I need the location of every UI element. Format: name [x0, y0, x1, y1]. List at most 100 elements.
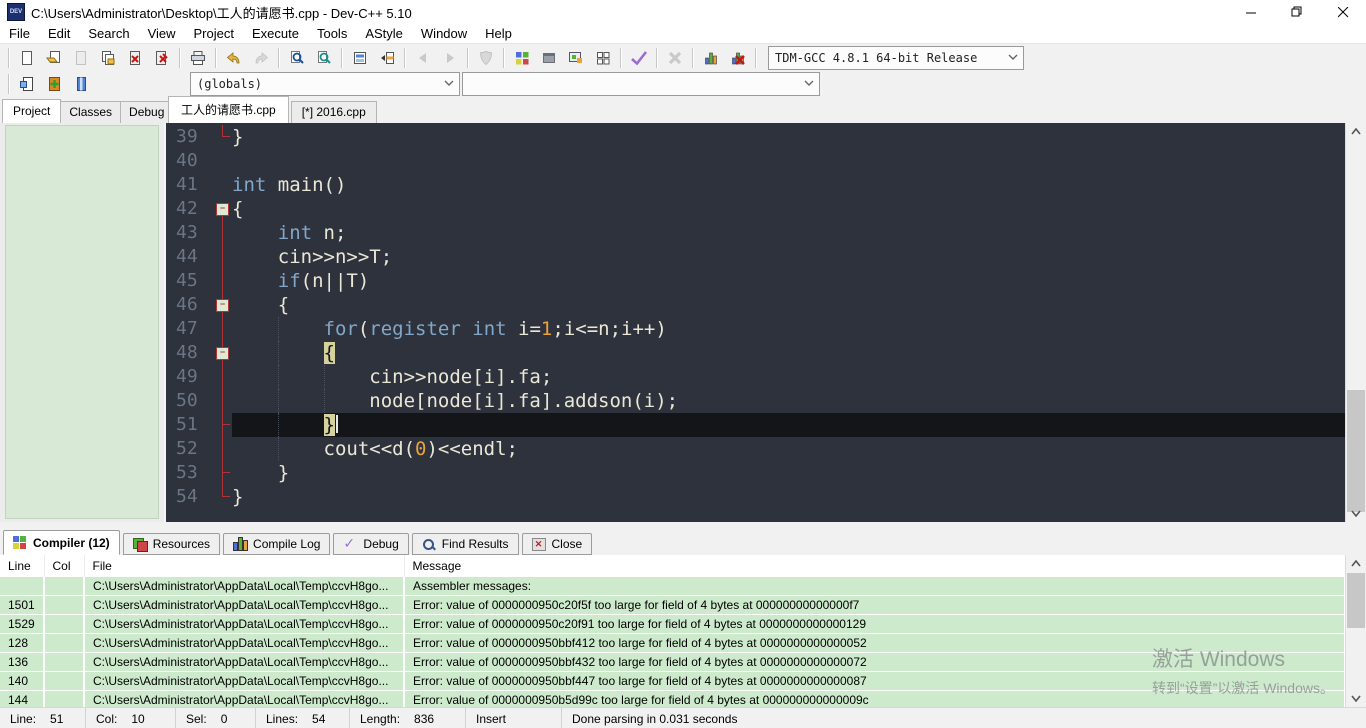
- editor-scrollbar[interactable]: [1345, 123, 1366, 522]
- code-line-43[interactable]: 43 int n;: [166, 221, 1346, 245]
- table-row[interactable]: 140 C:\Users\Administrator\AppData\Local\…: [0, 671, 1346, 691]
- project-browser[interactable]: [5, 125, 159, 519]
- code-line-45[interactable]: 45 if(n||T): [166, 269, 1346, 293]
- file-tab-2[interactable]: [*] 2016.cpp: [290, 101, 377, 123]
- scroll-down-icon[interactable]: [1346, 690, 1366, 707]
- compile-and-run-button[interactable]: [562, 46, 589, 70]
- redo-button[interactable]: [247, 46, 274, 70]
- print-button[interactable]: [184, 46, 211, 70]
- report-window-toggle[interactable]: [373, 46, 400, 70]
- code-line-39[interactable]: 39}: [166, 125, 1346, 149]
- close-file-button[interactable]: [121, 46, 148, 70]
- code-line-48[interactable]: 48 − {: [166, 341, 1346, 365]
- member-select[interactable]: [462, 72, 820, 96]
- find-in-files-button[interactable]: [310, 46, 337, 70]
- code-line-51[interactable]: 51 }: [166, 413, 1346, 437]
- fold-gutter: [212, 437, 232, 461]
- code-text: cout<<d(0)<<endl;: [232, 437, 518, 461]
- code-line-52[interactable]: 52 cout<<d(0)<<endl;: [166, 437, 1346, 461]
- code-line-49[interactable]: 49 cin>>node[i].fa;: [166, 365, 1346, 389]
- new-class-button[interactable]: [40, 72, 67, 96]
- code-line-44[interactable]: 44 cin>>n>>T;: [166, 245, 1346, 269]
- report-tab-compiler[interactable]: Compiler (12): [3, 530, 120, 555]
- code-line-40[interactable]: 40: [166, 149, 1346, 173]
- report-tab-log[interactable]: Compile Log: [223, 533, 331, 555]
- scroll-up-icon[interactable]: [1346, 123, 1366, 140]
- menu-help[interactable]: Help: [476, 26, 521, 41]
- rebuild-all-button[interactable]: [589, 46, 616, 70]
- debug-button[interactable]: [625, 46, 652, 70]
- menu-tools[interactable]: Tools: [308, 26, 356, 41]
- close-all-button[interactable]: [148, 46, 175, 70]
- table-row[interactable]: C:\Users\Administrator\AppData\Local\Tem…: [0, 577, 1346, 596]
- compiler-output-table[interactable]: Line Col File Message C:\Users\Administrato…: [0, 555, 1346, 707]
- restore-button[interactable]: [1274, 0, 1320, 24]
- scroll-down-icon[interactable]: [1346, 505, 1366, 522]
- editor-scroll-thumb[interactable]: [1347, 390, 1365, 512]
- forward-button[interactable]: [436, 46, 463, 70]
- column-header-col[interactable]: Col: [44, 555, 85, 577]
- table-scroll-thumb[interactable]: [1347, 573, 1365, 628]
- table-row[interactable]: 1529 C:\Users\Administrator\AppData\Local…: [0, 614, 1346, 634]
- file-tab-1[interactable]: 工人的请愿书.cpp: [168, 96, 289, 123]
- goto-declaration-button[interactable]: [13, 72, 40, 96]
- menu-edit[interactable]: Edit: [39, 26, 79, 41]
- syntax-check-button[interactable]: [472, 46, 499, 70]
- code-line-53[interactable]: 53 }: [166, 461, 1346, 485]
- code-line-41[interactable]: 41 int main(): [166, 173, 1346, 197]
- save-all-button[interactable]: [94, 46, 121, 70]
- table-row[interactable]: 1501 C:\Users\Administrator\AppData\Local…: [0, 595, 1346, 615]
- report-tab-find[interactable]: Find Results: [411, 533, 519, 555]
- menu-project[interactable]: Project: [185, 26, 243, 41]
- scope-select[interactable]: (globals): [190, 72, 460, 96]
- scroll-up-icon[interactable]: [1346, 555, 1366, 572]
- menu-execute[interactable]: Execute: [243, 26, 308, 41]
- fold-marker-icon[interactable]: −: [216, 203, 229, 216]
- fold-marker-icon[interactable]: −: [216, 347, 229, 360]
- menu-file[interactable]: File: [0, 26, 39, 41]
- code-line-50[interactable]: 50 node[node[i].fa].addson(i);: [166, 389, 1346, 413]
- open-file-button[interactable]: [40, 46, 67, 70]
- column-header-file[interactable]: File: [84, 555, 405, 577]
- menu-search[interactable]: Search: [79, 26, 138, 41]
- table-row[interactable]: 144 C:\Users\Administrator\AppData\Local\…: [0, 690, 1346, 707]
- run-button[interactable]: [535, 46, 562, 70]
- code-line-47[interactable]: 47 for(register int i=1;i<=n;i++): [166, 317, 1346, 341]
- new-file-button[interactable]: [13, 46, 40, 70]
- menu-astyle[interactable]: AStyle: [356, 26, 412, 41]
- compile-button[interactable]: [508, 46, 535, 70]
- left-tab-classes[interactable]: Classes: [60, 101, 122, 123]
- delete-profiling-button[interactable]: [724, 46, 751, 70]
- code-line-46[interactable]: 46 − {: [166, 293, 1346, 317]
- report-tab-resources[interactable]: Resources: [122, 533, 221, 555]
- menu-window[interactable]: Window: [412, 26, 476, 41]
- undo-button[interactable]: [220, 46, 247, 70]
- menu-view[interactable]: View: [139, 26, 185, 41]
- code-line-42[interactable]: 42 −{: [166, 197, 1346, 221]
- indent-guide: [277, 365, 279, 389]
- abort-button[interactable]: [661, 46, 688, 70]
- left-tab-project[interactable]: Project: [2, 99, 62, 123]
- back-button[interactable]: [409, 46, 436, 70]
- report-tab-debug[interactable]: ✓ Debug: [333, 533, 409, 555]
- goto-implementation-button[interactable]: [67, 72, 94, 96]
- profile-button[interactable]: [697, 46, 724, 70]
- report-tab-close[interactable]: ✕ Close: [521, 533, 593, 555]
- table-row[interactable]: 128 C:\Users\Administrator\AppData\Local\…: [0, 633, 1346, 653]
- save-file-button[interactable]: [67, 46, 94, 70]
- compiler-select[interactable]: TDM-GCC 4.8.1 64-bit Release: [768, 46, 1024, 70]
- code-editor[interactable]: 39} 40 41 int main() 42−{43 int n; 44 cin>>n>…: [164, 123, 1346, 522]
- column-header-line[interactable]: Line: [0, 555, 45, 577]
- fold-marker-icon[interactable]: −: [216, 299, 229, 312]
- left-tab-debug[interactable]: Debug: [120, 101, 174, 123]
- project-manager-toggle[interactable]: [346, 46, 373, 70]
- table-scrollbar[interactable]: [1345, 555, 1366, 707]
- close-button[interactable]: [1320, 0, 1366, 24]
- table-row[interactable]: 136 C:\Users\Administrator\AppData\Local\…: [0, 652, 1346, 672]
- find-button[interactable]: [283, 46, 310, 70]
- column-header-message[interactable]: Message: [404, 555, 1346, 577]
- minimize-button[interactable]: [1228, 0, 1274, 24]
- cell-col: [44, 595, 85, 615]
- code-line-54[interactable]: 54}: [166, 485, 1346, 509]
- line-number: 46: [176, 294, 198, 315]
